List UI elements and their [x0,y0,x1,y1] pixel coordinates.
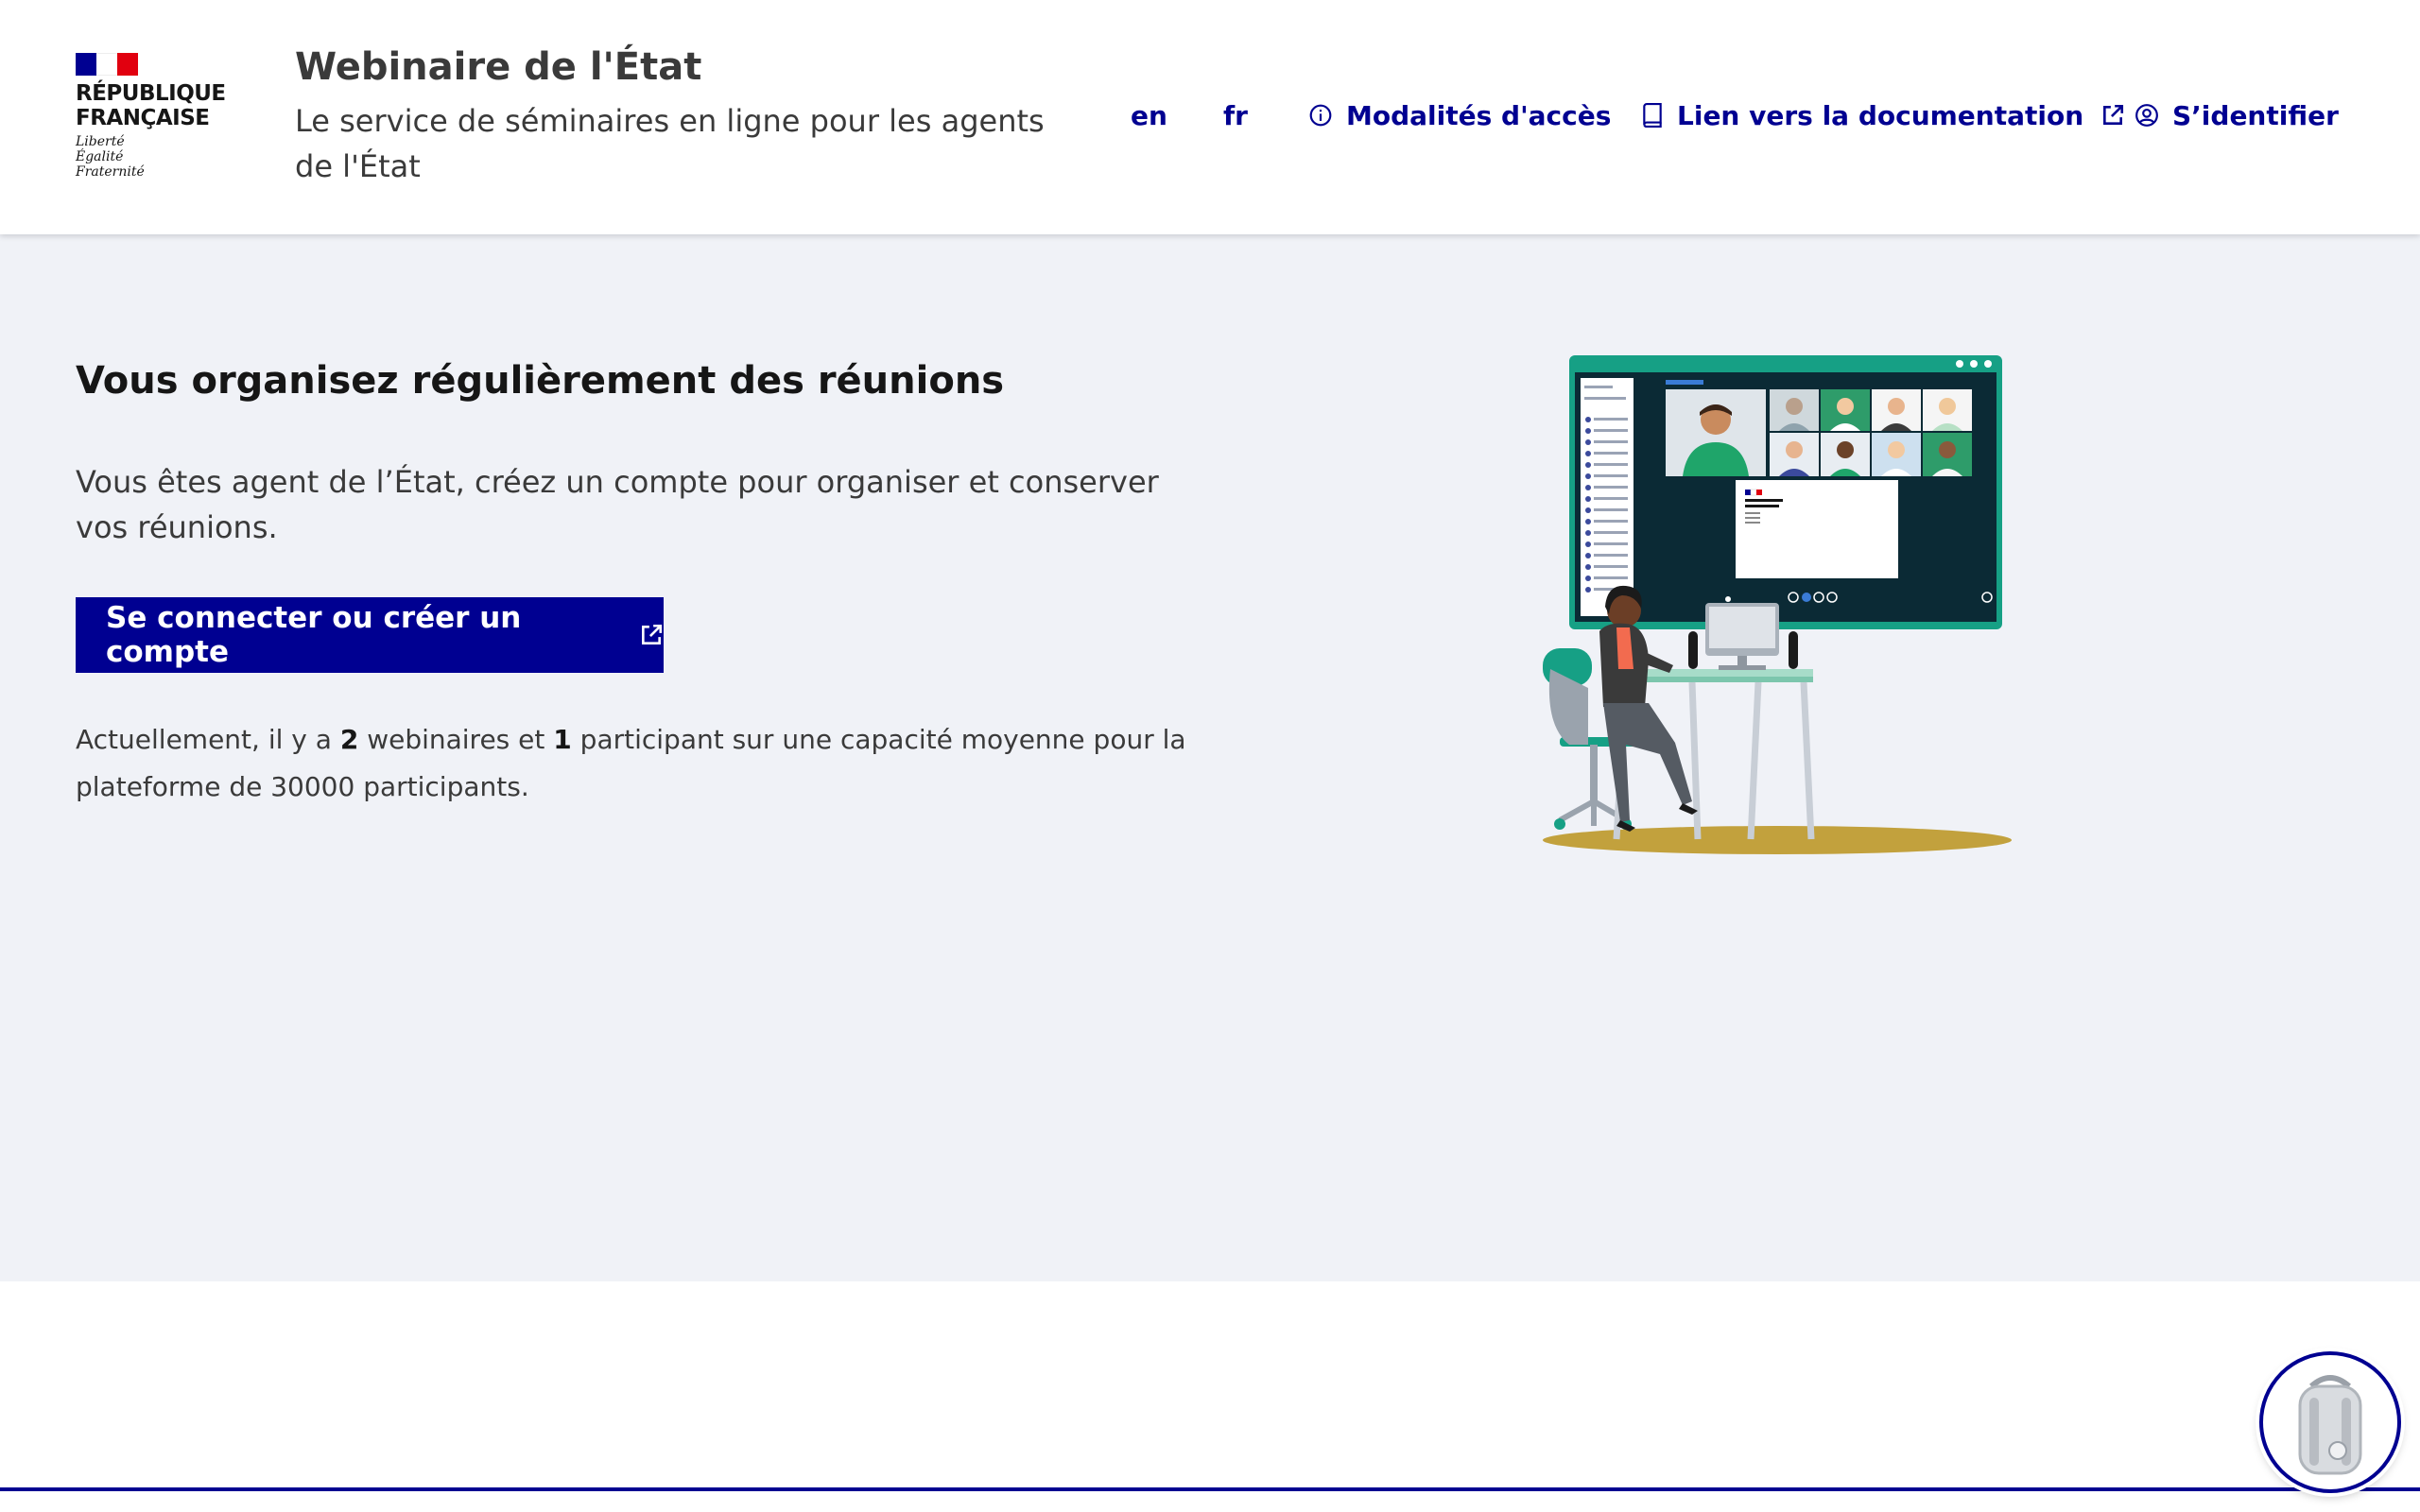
language-fr-label: fr [1223,99,1248,131]
external-link-icon [639,623,664,647]
stats-prefix: Actuellement, il y a [76,724,340,755]
floor-shadow [1543,826,2012,854]
logo-name: RÉPUBLIQUE FRANÇAISE [76,81,226,130]
hero-title: Vous organisez régulièrement des réunion… [76,359,1005,403]
accessibility-helper-button[interactable] [2259,1351,2401,1493]
language-en-link[interactable]: en [1131,94,1167,136]
republique-francaise-logo[interactable]: RÉPUBLIQUE FRANÇAISE Liberté Égalité Fra… [76,53,227,185]
stats-middle: webinaires et [358,724,554,755]
participants-count: 1 [553,724,572,755]
usage-stats: Actuellement, il y a 2 webinaires et 1 p… [76,716,1210,811]
login-label: S’identifier [2172,99,2339,131]
book-icon [1641,103,1664,128]
marianne-flag-icon [76,53,138,76]
service-title[interactable]: Webinaire de l'État [295,45,701,89]
service-tagline: Le service de séminaires en ligne pour l… [295,103,1045,184]
main-content: Vous organisez régulièrement des réunion… [0,234,2420,1281]
backpack-icon [2298,1375,2362,1475]
webinar-illustration [1543,355,2012,854]
footer-border [0,1487,2420,1491]
access-modalities-label: Modalités d'accès [1346,99,1612,131]
cta-label: Se connecter ou créer un compte [106,601,522,669]
access-modalities-link[interactable]: Modalités d'accès [1308,94,1611,136]
user-circle-icon [2135,103,2159,128]
logo-motto: Liberté Égalité Fraternité [76,134,145,180]
language-en-label: en [1131,99,1167,131]
documentation-link[interactable]: Lien vers la documentation [1641,94,2125,136]
hero-text: Vous êtes agent de l’État, créez un comp… [76,464,1159,545]
site-header: RÉPUBLIQUE FRANÇAISE Liberté Égalité Fra… [0,0,2420,234]
login-link[interactable]: S’identifier [2135,94,2339,136]
login-or-create-account-button[interactable]: Se connecter ou créer un compte [76,597,664,673]
language-fr-link[interactable]: fr [1223,94,1248,136]
info-icon [1308,103,1333,128]
documentation-label: Lien vers la documentation [1677,99,2084,131]
external-link-icon [2100,103,2125,128]
webinars-count: 2 [339,724,359,755]
